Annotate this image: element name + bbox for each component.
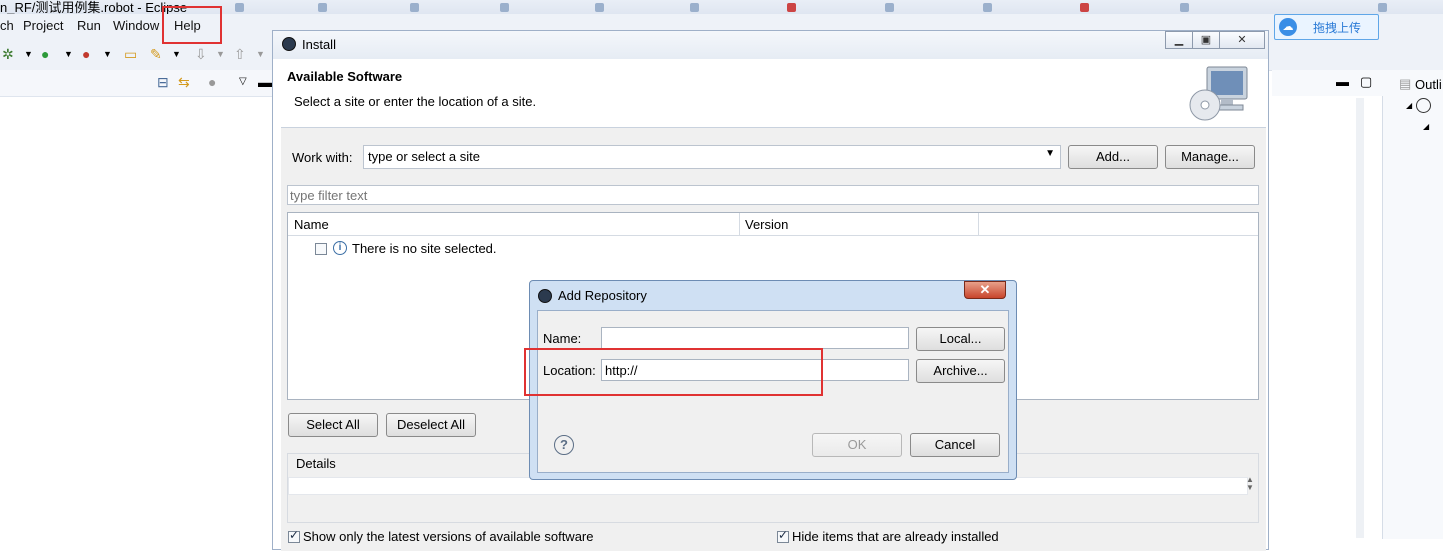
info-icon: i: [333, 241, 347, 255]
filter-icon[interactable]: ●: [208, 74, 216, 90]
taskbar-item: [885, 2, 955, 13]
dropdown-icon[interactable]: ▼: [24, 46, 33, 62]
view-menu-icon[interactable]: ▽: [239, 74, 247, 90]
help-icon[interactable]: ?: [554, 435, 574, 455]
name-field[interactable]: [601, 327, 909, 349]
taskbar-item: [1378, 2, 1443, 13]
prev-annotation-icon[interactable]: ⇧: [234, 46, 246, 62]
external-tools-icon[interactable]: ●: [82, 46, 90, 62]
eclipse-icon: [282, 37, 296, 51]
local-button[interactable]: Local...: [916, 327, 1005, 351]
outline-tab-label[interactable]: Outli: [1415, 77, 1442, 92]
debug-icon[interactable]: ✲: [2, 46, 14, 62]
manage-sites-button[interactable]: Manage...: [1165, 145, 1255, 169]
robot-file-icon: [1416, 98, 1431, 113]
column-divider[interactable]: [739, 213, 740, 235]
upload-button[interactable]: ☁ 拖拽上传: [1274, 14, 1379, 40]
dropdown-icon[interactable]: ▼: [64, 46, 73, 62]
minimize-button[interactable]: ▁: [1165, 31, 1193, 49]
minimize-view-icon[interactable]: ▬: [1336, 74, 1349, 90]
menu-project[interactable]: Project: [23, 18, 63, 33]
work-with-label: Work with:: [292, 150, 353, 165]
eclipse-icon: [538, 289, 552, 303]
cancel-button[interactable]: Cancel: [910, 433, 1000, 457]
repo-dialog-title: Add Repository: [558, 288, 647, 303]
install-titlebar: Install ▁ ▣ ✕: [273, 31, 1268, 59]
column-divider[interactable]: [978, 213, 979, 235]
dropdown-icon[interactable]: ▼: [172, 46, 181, 62]
table-header: Name Version: [288, 213, 1258, 236]
dropdown-icon[interactable]: ▼: [216, 46, 225, 62]
close-button[interactable]: ✕: [1219, 31, 1265, 49]
run-icon[interactable]: ●: [41, 46, 49, 62]
empty-message: There is no site selected.: [352, 241, 497, 256]
install-header: Available Software Select a site or ente…: [281, 59, 1266, 128]
archive-button[interactable]: Archive...: [916, 359, 1005, 383]
open-folder-icon[interactable]: ▭: [124, 46, 137, 62]
chevron-down-icon[interactable]: ▼: [1045, 148, 1055, 159]
taskbar-item: [410, 2, 480, 13]
hide-installed-label: Hide items that are already installed: [792, 529, 999, 544]
pen-icon[interactable]: ✎: [150, 46, 162, 62]
dropdown-icon[interactable]: ▼: [256, 46, 265, 62]
add-site-button[interactable]: Add...: [1068, 145, 1158, 169]
taskbar-item: [595, 2, 665, 13]
name-label: Name:: [543, 331, 582, 346]
editor-scrollbar[interactable]: [1356, 98, 1364, 538]
show-latest-label: Show only the latest versions of availab…: [303, 529, 594, 544]
cloud-icon: ☁: [1279, 18, 1297, 36]
left-view-toolbar: ⊟ ⇆ ● ▽ ▬: [0, 70, 272, 97]
select-all-button[interactable]: Select All: [288, 413, 378, 437]
taskbar-item: [787, 2, 857, 13]
details-label: Details: [296, 456, 336, 471]
minimize-view-icon[interactable]: ▬: [258, 74, 272, 90]
install-software-icon: [1189, 66, 1248, 121]
column-name[interactable]: Name: [294, 217, 329, 232]
collapse-all-icon[interactable]: ⊟: [157, 74, 169, 90]
taskbar-item: [318, 2, 388, 13]
next-annotation-icon[interactable]: ⇩: [195, 46, 207, 62]
outline-tab-icon: ▤: [1399, 76, 1412, 91]
column-version[interactable]: Version: [745, 217, 788, 232]
tree-expand-icon[interactable]: ◢: [1423, 122, 1429, 131]
location-highlight: [524, 348, 823, 396]
dropdown-icon[interactable]: ▼: [103, 46, 112, 62]
table-row: i There is no site selected.: [313, 240, 713, 258]
taskbar-item: [1080, 2, 1150, 13]
taskbar-item: [690, 2, 760, 13]
taskbar-item: [500, 2, 570, 13]
install-dialog-title: Install: [302, 37, 336, 52]
scroll-arrows-icon[interactable]: ▲ ▼: [1246, 476, 1254, 492]
page-subtitle: Select a site or enter the location of a…: [294, 94, 537, 109]
page-title: Available Software: [287, 69, 403, 84]
taskbar-item: [983, 2, 1053, 13]
help-menu-highlight: [162, 6, 222, 44]
taskbar-item: [1180, 2, 1250, 13]
maximize-button[interactable]: ▣: [1192, 31, 1220, 49]
taskbar-item: [235, 2, 305, 13]
link-editor-icon[interactable]: ⇆: [178, 74, 190, 90]
work-with-value: type or select a site: [368, 149, 480, 164]
tree-expand-icon[interactable]: ◢: [1406, 101, 1412, 110]
item-checkbox[interactable]: [315, 243, 327, 255]
ok-button[interactable]: OK: [812, 433, 902, 457]
close-button[interactable]: ✕: [964, 281, 1006, 299]
menu-search[interactable]: ch: [0, 18, 14, 33]
menu-run[interactable]: Run: [77, 18, 101, 33]
filter-input[interactable]: [287, 185, 1259, 205]
work-with-combo[interactable]: type or select a site ▼: [363, 145, 1061, 169]
repo-titlebar: Add Repository ✕: [530, 281, 1016, 309]
maximize-view-icon[interactable]: ▢: [1360, 74, 1372, 90]
upload-button-label: 拖拽上传: [1313, 21, 1362, 35]
editor-area: [1272, 96, 1383, 539]
deselect-all-button[interactable]: Deselect All: [386, 413, 476, 437]
hide-installed-checkbox[interactable]: [777, 528, 789, 543]
menu-window[interactable]: Window: [113, 18, 159, 33]
show-latest-checkbox[interactable]: [288, 528, 300, 543]
